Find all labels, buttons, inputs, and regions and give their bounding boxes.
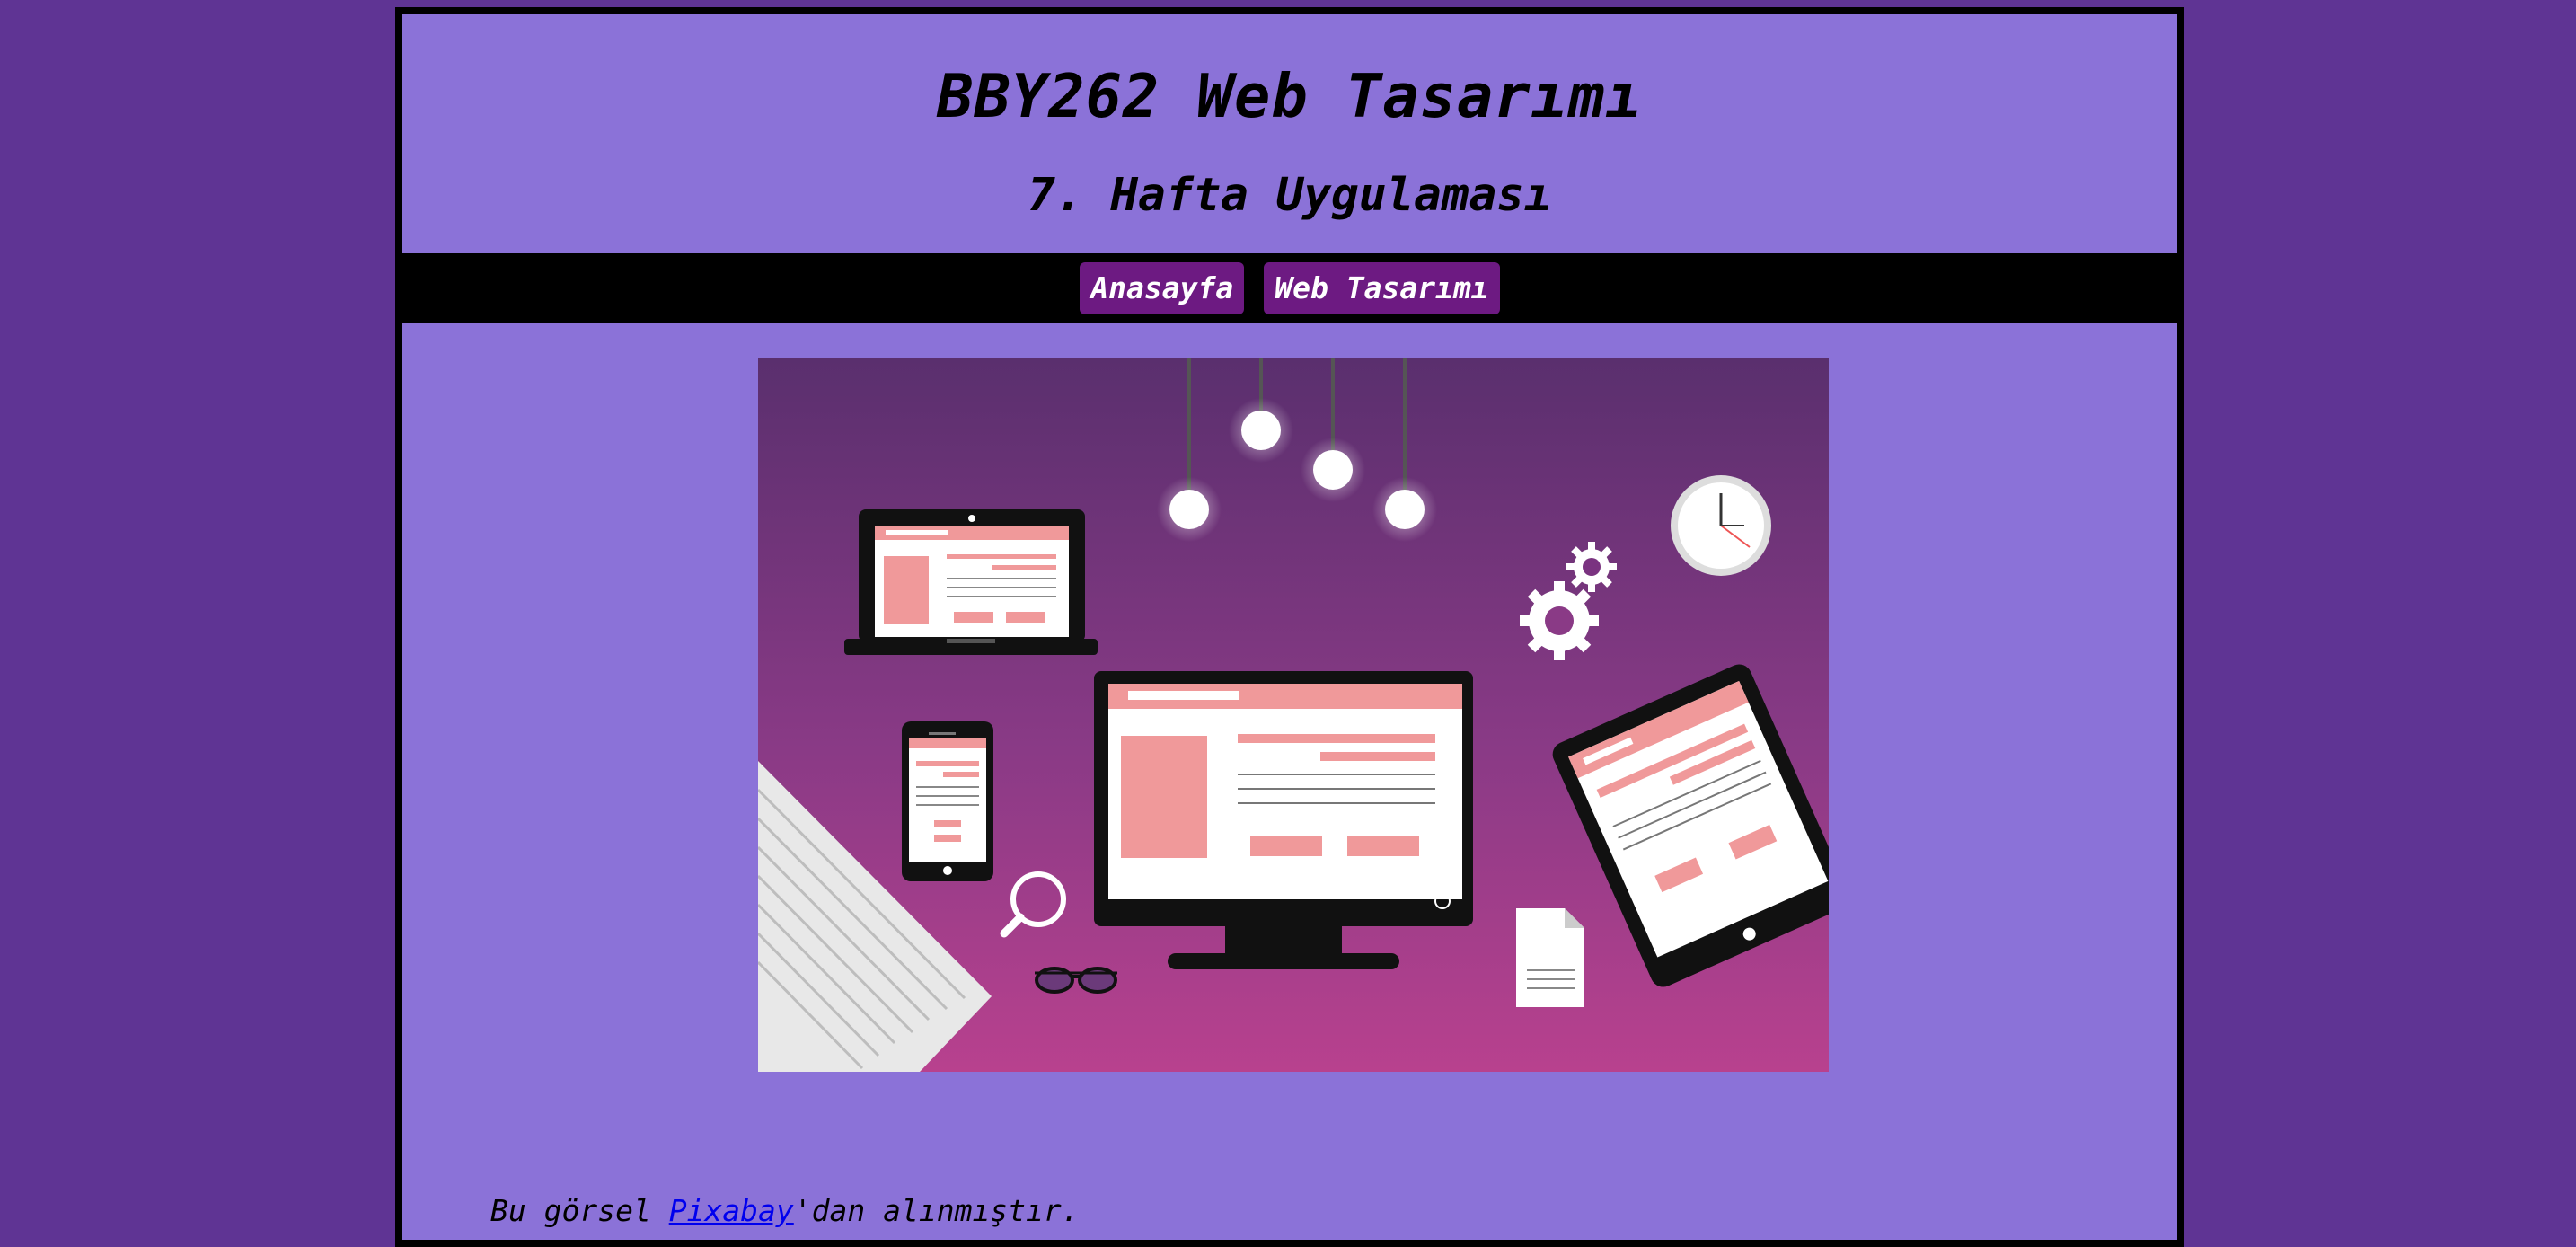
image-credit: Bu görsel Pixabay'dan alınmıştır. bbox=[490, 1193, 1080, 1228]
hero-illustration bbox=[758, 358, 1829, 1072]
phone-icon bbox=[902, 721, 993, 881]
laptop-icon bbox=[844, 509, 1098, 655]
credit-prefix: Bu görsel bbox=[490, 1193, 669, 1228]
page-title: BBY262 Web Tasarımı bbox=[937, 61, 1643, 131]
pixabay-link[interactable]: Pixabay bbox=[669, 1193, 794, 1228]
clock-icon bbox=[1671, 475, 1771, 576]
page-container: BBY262 Web Tasarımı 7. Hafta Uygulaması … bbox=[395, 7, 2184, 1247]
navigation-bar: Anasayfa Web Tasarımı bbox=[402, 253, 2177, 323]
monitor-icon bbox=[1094, 671, 1473, 969]
page-subtitle: 7. Hafta Uygulaması bbox=[1028, 169, 1552, 222]
nav-link-anasayfa[interactable]: Anasayfa bbox=[1080, 262, 1245, 314]
document-icon bbox=[1516, 908, 1584, 1007]
nav-link-web-tasarimi[interactable]: Web Tasarımı bbox=[1264, 262, 1500, 314]
credit-suffix: 'dan alınmıştır. bbox=[793, 1193, 1080, 1228]
